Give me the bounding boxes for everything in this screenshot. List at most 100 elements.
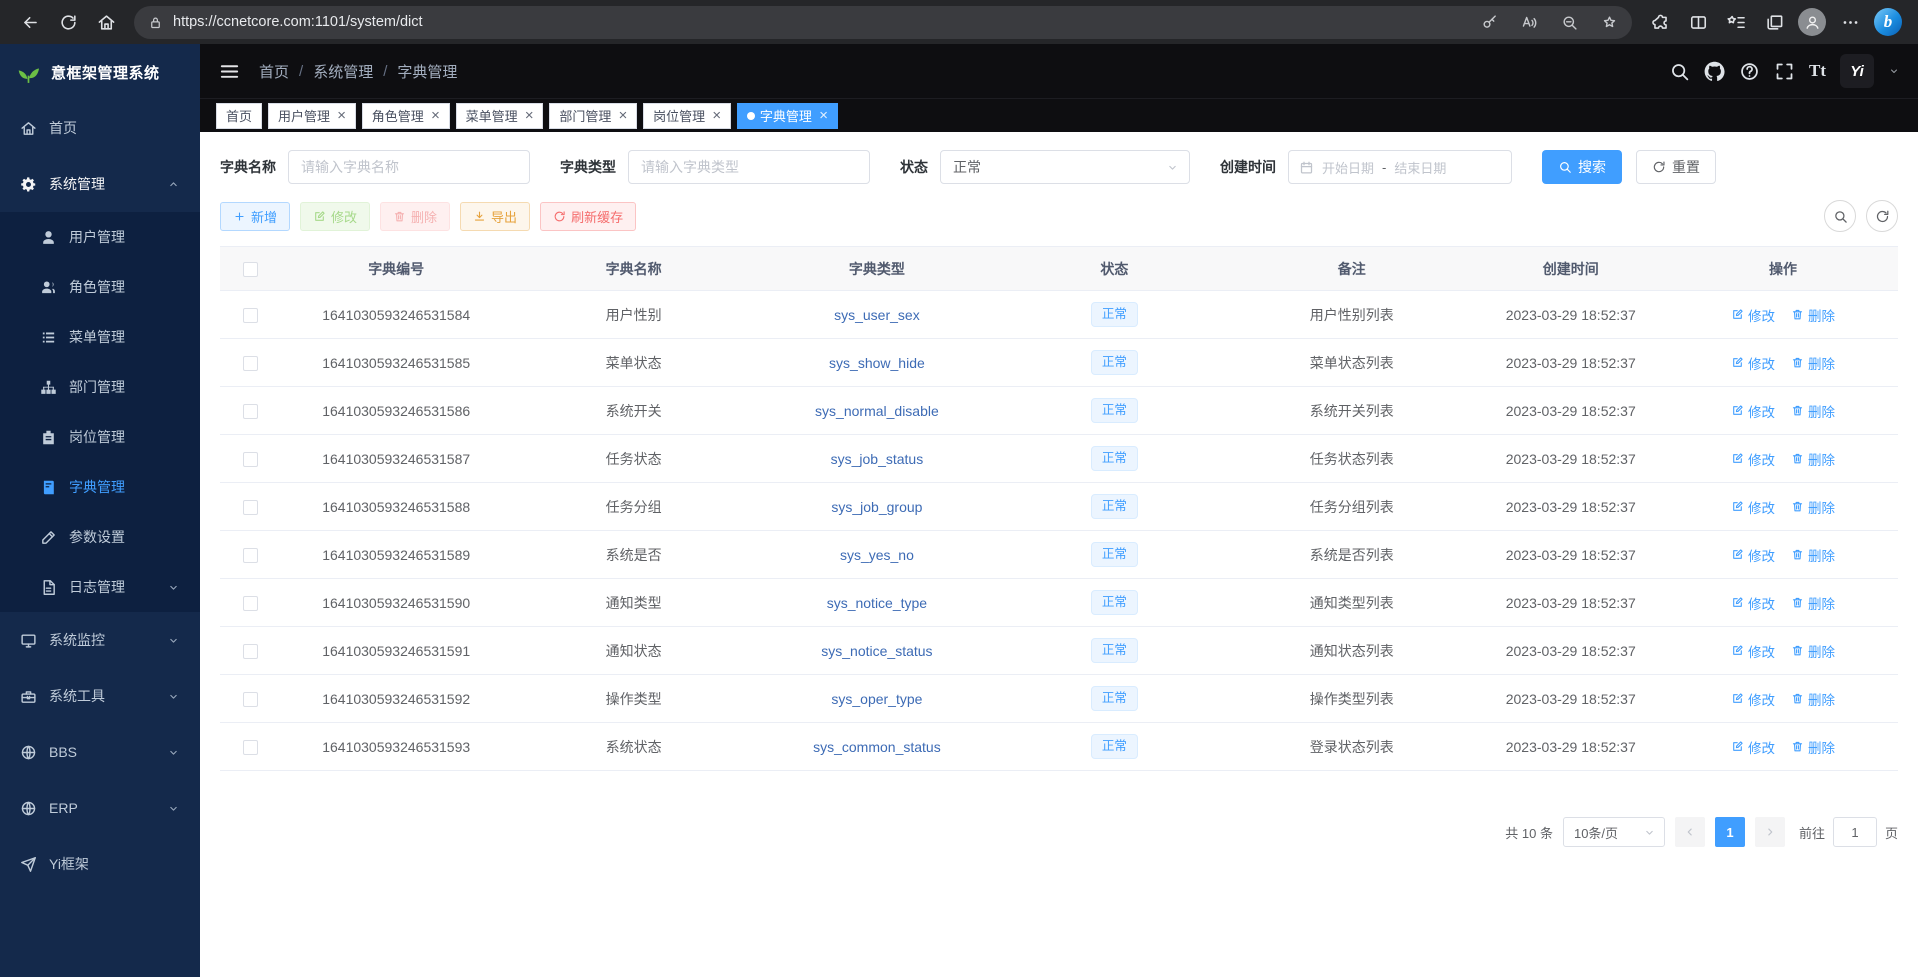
- reset-button[interactable]: 重置: [1636, 150, 1716, 184]
- status-select[interactable]: 正常: [940, 150, 1190, 184]
- sidebar-item[interactable]: 角色管理: [0, 262, 200, 312]
- dict-type-link[interactable]: sys_job_status: [831, 451, 924, 467]
- browser-menu-button[interactable]: [1832, 4, 1868, 40]
- edit-button[interactable]: 修改: [300, 202, 370, 231]
- row-delete-button[interactable]: 删除: [1791, 545, 1835, 565]
- url-text[interactable]: https://ccnetcore.com:1101/system/dict: [173, 14, 1464, 30]
- row-edit-button[interactable]: 修改: [1731, 353, 1775, 373]
- sidebar-item[interactable]: ERP: [0, 780, 200, 836]
- row-edit-button[interactable]: 修改: [1731, 689, 1775, 709]
- dict-name-input[interactable]: [288, 150, 530, 184]
- close-icon[interactable]: ×: [819, 108, 828, 123]
- dict-type-input[interactable]: [628, 150, 870, 184]
- close-icon[interactable]: ×: [337, 108, 346, 123]
- dict-type-link[interactable]: sys_normal_disable: [815, 403, 939, 419]
- dict-type-link[interactable]: sys_job_group: [831, 499, 922, 515]
- row-checkbox[interactable]: [243, 356, 258, 371]
- dict-type-link[interactable]: sys_notice_status: [821, 643, 932, 659]
- split-screen-button[interactable]: [1680, 4, 1716, 40]
- chevron-down-icon[interactable]: [1888, 65, 1900, 77]
- browser-reload-button[interactable]: [50, 4, 86, 40]
- dict-type-link[interactable]: sys_yes_no: [840, 547, 914, 563]
- row-edit-button[interactable]: 修改: [1731, 401, 1775, 421]
- row-delete-button[interactable]: 删除: [1791, 305, 1835, 325]
- row-delete-button[interactable]: 删除: [1791, 737, 1835, 757]
- header-search-icon[interactable]: [1669, 61, 1690, 82]
- password-key-button[interactable]: [1474, 7, 1504, 37]
- date-range-picker[interactable]: 开始日期 - 结束日期: [1288, 150, 1512, 184]
- sidebar-item[interactable]: 参数设置: [0, 512, 200, 562]
- row-delete-button[interactable]: 删除: [1791, 593, 1835, 613]
- fullscreen-icon[interactable]: [1774, 61, 1795, 82]
- sidebar-item[interactable]: 系统管理: [0, 156, 200, 212]
- row-checkbox[interactable]: [243, 452, 258, 467]
- collections-button[interactable]: [1756, 4, 1792, 40]
- row-delete-button[interactable]: 删除: [1791, 353, 1835, 373]
- extensions-button[interactable]: [1642, 4, 1678, 40]
- dict-type-link[interactable]: sys_oper_type: [831, 691, 922, 707]
- close-icon[interactable]: ×: [525, 108, 534, 123]
- prev-page-button[interactable]: [1675, 817, 1705, 847]
- row-edit-button[interactable]: 修改: [1731, 449, 1775, 469]
- row-delete-button[interactable]: 删除: [1791, 641, 1835, 661]
- add-button[interactable]: 新增: [220, 202, 290, 231]
- close-icon[interactable]: ×: [618, 108, 627, 123]
- tab[interactable]: 菜单管理×: [456, 103, 544, 129]
- sidebar-item[interactable]: 系统工具: [0, 668, 200, 724]
- tab[interactable]: 岗位管理×: [643, 103, 731, 129]
- row-delete-button[interactable]: 删除: [1791, 449, 1835, 469]
- dict-type-link[interactable]: sys_notice_type: [827, 595, 927, 611]
- dict-type-link[interactable]: sys_show_hide: [829, 355, 925, 371]
- row-delete-button[interactable]: 删除: [1791, 401, 1835, 421]
- sidebar-toggle-icon[interactable]: [218, 60, 241, 83]
- tab[interactable]: 部门管理×: [549, 103, 637, 129]
- next-page-button[interactable]: [1755, 817, 1785, 847]
- row-edit-button[interactable]: 修改: [1731, 593, 1775, 613]
- text-size-icon[interactable]: Tt: [1809, 61, 1826, 81]
- row-checkbox[interactable]: [243, 692, 258, 707]
- search-button[interactable]: 搜索: [1542, 150, 1622, 184]
- sidebar-item[interactable]: 日志管理: [0, 562, 200, 612]
- page-number-button[interactable]: 1: [1715, 817, 1745, 847]
- read-aloud-button[interactable]: [1514, 7, 1544, 37]
- user-avatar[interactable]: Yi: [1840, 54, 1874, 88]
- zoom-button[interactable]: [1554, 7, 1584, 37]
- row-edit-button[interactable]: 修改: [1731, 737, 1775, 757]
- sidebar-item[interactable]: 用户管理: [0, 212, 200, 262]
- breadcrumb-item-system[interactable]: 系统管理: [313, 61, 373, 82]
- browser-home-button[interactable]: [88, 4, 124, 40]
- row-edit-button[interactable]: 修改: [1731, 641, 1775, 661]
- tab[interactable]: 用户管理×: [268, 103, 356, 129]
- row-delete-button[interactable]: 删除: [1791, 497, 1835, 517]
- row-checkbox[interactable]: [243, 644, 258, 659]
- goto-page-input[interactable]: [1833, 817, 1877, 847]
- row-checkbox[interactable]: [243, 548, 258, 563]
- address-bar[interactable]: https://ccnetcore.com:1101/system/dict: [134, 6, 1632, 39]
- delete-button[interactable]: 删除: [380, 202, 450, 231]
- browser-profile-button[interactable]: [1794, 4, 1830, 40]
- tab[interactable]: 角色管理×: [362, 103, 450, 129]
- page-size-select[interactable]: 10条/页: [1563, 817, 1665, 847]
- export-button[interactable]: 导出: [460, 202, 530, 231]
- sidebar-item[interactable]: 岗位管理: [0, 412, 200, 462]
- toggle-search-button[interactable]: [1824, 200, 1856, 232]
- tab[interactable]: 字典管理×: [737, 103, 838, 129]
- refresh-cache-button[interactable]: 刷新缓存: [540, 202, 636, 231]
- add-favorite-button[interactable]: [1594, 7, 1624, 37]
- row-checkbox[interactable]: [243, 740, 258, 755]
- sidebar-item[interactable]: 部门管理: [0, 362, 200, 412]
- close-icon[interactable]: ×: [431, 108, 440, 123]
- row-edit-button[interactable]: 修改: [1731, 497, 1775, 517]
- select-all-checkbox[interactable]: [243, 262, 258, 277]
- row-edit-button[interactable]: 修改: [1731, 545, 1775, 565]
- row-checkbox[interactable]: [243, 404, 258, 419]
- row-checkbox[interactable]: [243, 500, 258, 515]
- tab[interactable]: 首页: [216, 103, 262, 129]
- sidebar-item[interactable]: 字典管理: [0, 462, 200, 512]
- row-delete-button[interactable]: 删除: [1791, 689, 1835, 709]
- sidebar-item[interactable]: Yi框架: [0, 836, 200, 892]
- row-edit-button[interactable]: 修改: [1731, 305, 1775, 325]
- github-icon[interactable]: [1704, 61, 1725, 82]
- browser-back-button[interactable]: [12, 4, 48, 40]
- bing-chat-button[interactable]: b: [1870, 4, 1906, 40]
